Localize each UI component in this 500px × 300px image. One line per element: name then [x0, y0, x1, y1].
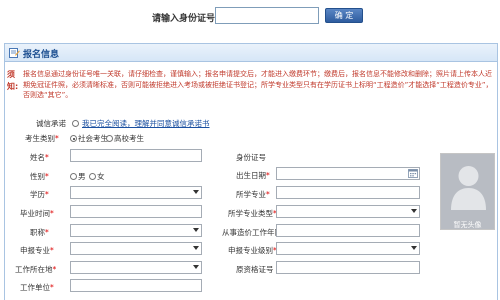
integrity-checkbox[interactable] — [72, 120, 79, 127]
gender-male-label: 男 — [78, 172, 86, 181]
calendar-icon[interactable] — [408, 168, 418, 178]
panel-header — [4, 43, 498, 62]
required-mark: * — [45, 190, 49, 199]
gender-label: 性别 — [30, 172, 45, 181]
name-input[interactable] — [70, 149, 202, 162]
required-mark: * — [50, 209, 54, 218]
employer-input[interactable] — [70, 279, 202, 292]
candidate-type-social-radio[interactable] — [70, 135, 77, 142]
required-mark: * — [45, 228, 49, 237]
cert-number-input[interactable] — [276, 261, 420, 274]
major-label: 所学专业 — [236, 190, 266, 199]
notice-label: 须知: — [7, 70, 19, 91]
panel-title: 报名信息 — [23, 50, 60, 60]
photo-placeholder[interactable] — [440, 153, 495, 230]
required-mark: * — [45, 153, 49, 162]
notice-text: 报名信息通过身份证号唯一关联，请仔细检查，谨慎输入；报名申请提交后，才能进入缴费… — [23, 70, 493, 99]
id-query-confirm-button[interactable]: 确 定 — [325, 8, 363, 23]
chevron-down-icon — [411, 246, 417, 250]
edit-form-icon — [9, 48, 20, 58]
grad-date-label: 毕业时间 — [20, 209, 50, 218]
required-mark: * — [266, 171, 270, 180]
chevron-down-icon — [193, 228, 199, 232]
birth-date-label: 出生日期 — [236, 171, 266, 180]
required-mark: * — [50, 246, 54, 255]
candidate-type-social-label: 社会考生 — [78, 134, 108, 143]
candidate-type-college-label: 高校考生 — [114, 134, 144, 143]
education-label: 学历 — [30, 190, 45, 199]
birth-date-input[interactable] — [276, 167, 420, 180]
required-mark: * — [52, 265, 57, 274]
avatar-silhouette-icon — [451, 166, 486, 210]
photo-caption: 暂无头像 — [453, 221, 482, 229]
education-select[interactable] — [70, 186, 202, 199]
title-level-label: 职称 — [30, 228, 45, 237]
apply-major-label: 申报专业 — [20, 246, 50, 255]
major-type-label: 所学专业类型 — [228, 209, 273, 218]
integrity-agreement-link[interactable]: 我已完全阅读，理解并同意诚信承诺书 — [82, 118, 210, 129]
candidate-type-label: 考生类别 — [25, 134, 55, 143]
apply-major-select[interactable] — [70, 242, 202, 255]
name-label: 姓名 — [30, 153, 45, 162]
apply-level-select[interactable] — [276, 242, 420, 255]
title-level-select[interactable] — [70, 224, 202, 237]
grad-date-input[interactable] — [70, 205, 202, 218]
work-location-label: 工作所在地 — [15, 265, 53, 274]
cert-number-label: 原资格证号 — [236, 265, 274, 274]
gender-male-radio[interactable] — [70, 173, 77, 180]
major-input[interactable] — [276, 186, 420, 199]
required-mark: * — [266, 190, 270, 199]
employer-label: 工作单位 — [20, 283, 50, 292]
id-query-input[interactable] — [215, 7, 319, 24]
work-years-input[interactable] — [276, 224, 420, 237]
major-type-select[interactable] — [276, 205, 420, 218]
id-number-label: 身份证号 — [236, 153, 266, 162]
integrity-label: 诚信承诺 — [36, 119, 66, 128]
gender-female-label: 女 — [97, 172, 105, 181]
work-location-select[interactable] — [70, 261, 202, 274]
id-query-label: 请输入身份证号： — [152, 14, 225, 24]
required-mark: * — [45, 172, 49, 181]
candidate-type-college-radio[interactable] — [106, 135, 113, 142]
chevron-down-icon — [411, 209, 417, 213]
required-mark: * — [55, 134, 59, 143]
chevron-down-icon — [193, 190, 199, 194]
apply-level-label: 申报专业级别 — [228, 246, 273, 255]
chevron-down-icon — [193, 265, 199, 269]
gender-female-radio[interactable] — [89, 173, 96, 180]
chevron-down-icon — [193, 246, 199, 250]
required-mark: * — [50, 283, 54, 292]
work-years-label: 从事造价工作年限 — [222, 228, 282, 237]
